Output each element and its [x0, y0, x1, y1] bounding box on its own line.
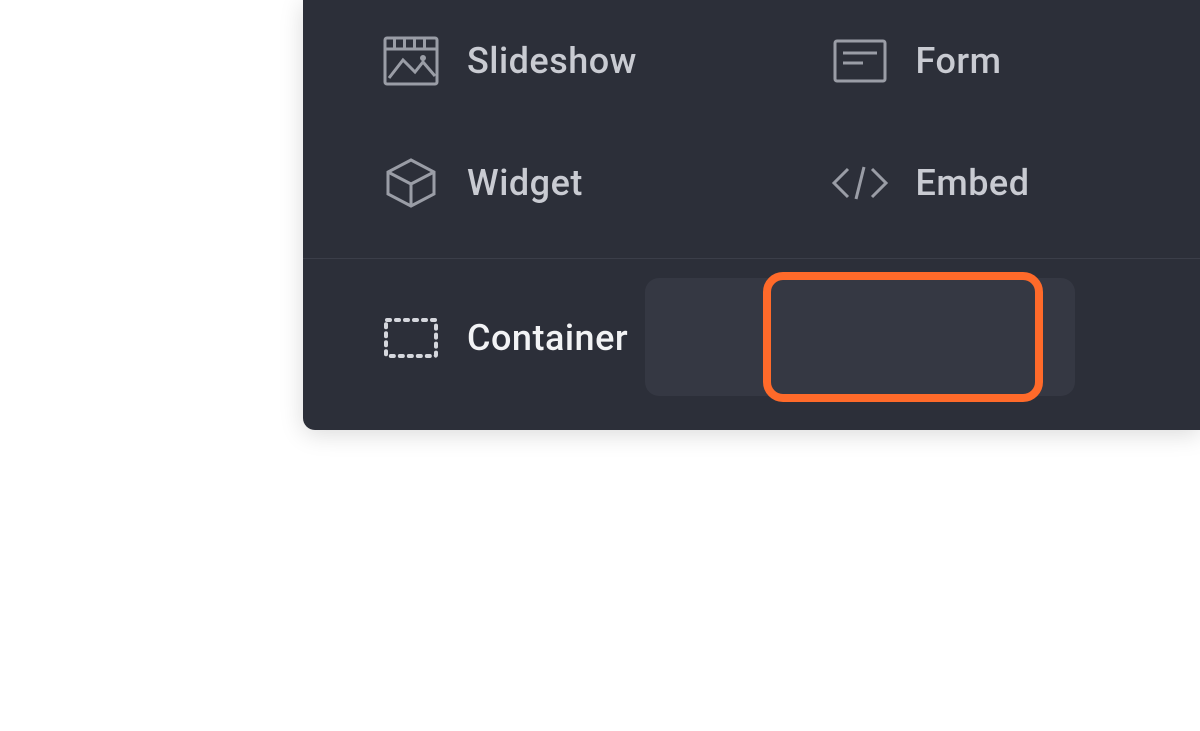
code-icon — [830, 153, 890, 213]
palette-item-label: Form — [916, 40, 1002, 82]
palette-item-embed[interactable]: Embed — [752, 153, 1200, 213]
palette-item-container[interactable]: Container — [303, 308, 752, 368]
section-divider — [303, 258, 1200, 259]
palette-row: Widget Embed — [303, 122, 1200, 244]
cube-icon — [381, 153, 441, 213]
palette-item-label: Widget — [467, 162, 583, 204]
palette-item-label: Slideshow — [467, 40, 637, 82]
slideshow-icon — [381, 31, 441, 91]
dotted-rect-icon — [381, 308, 441, 368]
palette-item-label: Container — [467, 317, 628, 359]
elements-panel: Slideshow Form — [303, 0, 1200, 430]
form-icon — [830, 31, 890, 91]
palette-item-label: Embed — [916, 162, 1030, 204]
palette-row: Slideshow Form — [303, 0, 1200, 122]
palette-item-widget[interactable]: Widget — [303, 153, 752, 213]
panel-section-top: Slideshow Form — [303, 0, 1200, 244]
palette-item-slideshow[interactable]: Slideshow — [303, 31, 752, 91]
palette-item-form[interactable]: Form — [752, 31, 1200, 91]
